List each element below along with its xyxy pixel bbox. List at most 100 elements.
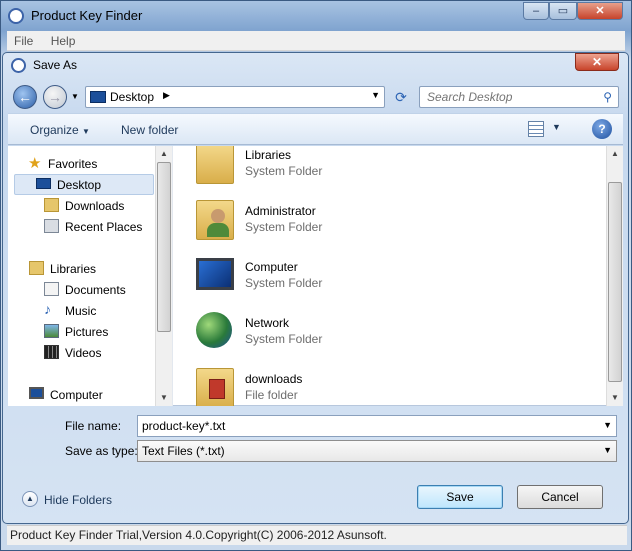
nav-label: Desktop: [57, 178, 102, 192]
new-folder-button[interactable]: New folder: [121, 123, 178, 137]
dialog-close-button[interactable]: ✕: [575, 53, 619, 71]
file-item-administrator[interactable]: Administrator System Folder: [193, 192, 593, 248]
parent-menu-bar: File Help: [7, 31, 625, 51]
file-name: Computer: [245, 260, 298, 274]
address-chevron-icon[interactable]: ▶: [163, 90, 170, 101]
nav-item-pictures[interactable]: Pictures: [8, 321, 158, 342]
folder-content-icon: [209, 379, 225, 399]
nav-item-favorites[interactable]: ★ Favorites: [8, 153, 158, 174]
user-body-icon: [207, 223, 229, 237]
scroll-down-arrow[interactable]: ▼: [156, 390, 172, 406]
nav-item-libraries[interactable]: Libraries: [8, 258, 158, 279]
refresh-button[interactable]: ⟳: [390, 86, 412, 108]
libraries-folder-icon: [196, 146, 234, 184]
videos-icon: [44, 345, 59, 359]
command-toolbar: Organize ▼ New folder ▼ ?: [8, 113, 623, 145]
network-icon: [196, 312, 232, 348]
nav-label: Music: [65, 304, 97, 318]
filename-input[interactable]: product-key*.txt ▼: [137, 415, 617, 437]
file-type: System Folder: [245, 164, 323, 178]
nav-scrollbar[interactable]: ▲ ▼: [155, 146, 172, 406]
file-item-libraries[interactable]: Libraries System Folder: [193, 146, 593, 192]
dialog-icon: [11, 58, 26, 73]
minimize-button[interactable]: ‒: [523, 2, 549, 20]
navigation-bar: ← → ▼ Desktop ▶ ▼ ⟳ ⚲: [11, 83, 623, 111]
help-button[interactable]: ?: [592, 119, 612, 139]
user-head-icon: [211, 209, 225, 223]
nav-label: Recent Places: [65, 220, 143, 234]
file-name: Administrator: [245, 204, 316, 218]
back-button[interactable]: ←: [13, 85, 37, 109]
address-current[interactable]: Desktop: [110, 90, 154, 104]
dialog-title: Save As: [33, 58, 78, 72]
nav-item-music[interactable]: ♪ Music: [8, 300, 158, 321]
desktop-icon: [36, 178, 51, 189]
search-input[interactable]: [420, 87, 590, 107]
organize-button[interactable]: Organize ▼: [30, 123, 90, 137]
parent-close-button[interactable]: ✕: [577, 2, 623, 20]
nav-item-videos[interactable]: Videos: [8, 342, 158, 363]
maximize-button[interactable]: ▭: [549, 2, 577, 20]
file-type: System Folder: [245, 276, 323, 290]
nav-label: Favorites: [48, 157, 98, 171]
pictures-icon: [44, 324, 59, 338]
menu-file[interactable]: File: [7, 31, 40, 51]
cancel-button[interactable]: Cancel: [517, 485, 603, 509]
recent-locations-dropdown[interactable]: ▼: [71, 92, 79, 101]
file-item-computer[interactable]: Computer System Folder: [193, 248, 593, 304]
view-dropdown-icon[interactable]: ▼: [552, 122, 561, 132]
filename-value[interactable]: product-key*.txt: [142, 419, 225, 433]
nav-item-computer[interactable]: Computer: [8, 384, 158, 405]
browser-panes: ★ Favorites Desktop Downloads Recent Pla…: [8, 146, 623, 406]
nav-item-recent-places[interactable]: Recent Places: [8, 216, 158, 237]
file-item-network[interactable]: Network System Folder: [193, 304, 593, 360]
file-list-scrollbar[interactable]: ▲ ▼: [606, 146, 623, 406]
nav-item-documents[interactable]: Documents: [8, 279, 158, 300]
scroll-down-arrow[interactable]: ▼: [607, 390, 623, 406]
savetype-select[interactable]: Text Files (*.txt) ▼: [137, 440, 617, 462]
hide-folders-button[interactable]: ▲ Hide Folders: [22, 491, 142, 509]
nav-scroll-thumb[interactable]: [157, 162, 171, 332]
file-fields: File name: product-key*.txt ▼ Save as ty…: [8, 407, 623, 469]
search-icon[interactable]: ⚲: [603, 90, 612, 104]
save-as-dialog: Save As ✕ ← → ▼ Desktop ▶ ▼ ⟳ ⚲ Organize…: [2, 52, 629, 524]
nav-label: Pictures: [65, 325, 109, 339]
file-scroll-thumb[interactable]: [608, 182, 622, 382]
nav-item-downloads[interactable]: Downloads: [8, 195, 158, 216]
savetype-label: Save as type:: [65, 444, 138, 458]
desktop-icon: [90, 91, 106, 103]
nav-label: Libraries: [50, 262, 97, 276]
view-options-icon[interactable]: [528, 121, 544, 137]
file-item-downloads[interactable]: downloads File folder: [193, 360, 593, 406]
address-bar[interactable]: Desktop ▶ ▼: [85, 86, 385, 108]
filename-dropdown-icon[interactable]: ▼: [603, 420, 612, 430]
computer-icon: [196, 258, 234, 290]
save-button[interactable]: Save: [417, 485, 503, 509]
forward-button[interactable]: →: [43, 85, 67, 109]
navigation-pane: ★ Favorites Desktop Downloads Recent Pla…: [8, 146, 173, 406]
documents-icon: [44, 282, 59, 296]
user-folder-icon: [196, 200, 234, 240]
file-type: File folder: [245, 388, 298, 402]
file-name: downloads: [245, 372, 303, 386]
star-icon: ★: [28, 155, 42, 172]
address-dropdown-icon[interactable]: ▼: [371, 90, 380, 100]
organize-label: Organize: [30, 123, 79, 137]
filename-label: File name:: [65, 419, 122, 433]
dialog-footer: ▲ Hide Folders Save Cancel: [8, 469, 623, 519]
chevron-down-icon: ▼: [82, 127, 90, 136]
savetype-dropdown-icon[interactable]: ▼: [603, 445, 612, 455]
chevron-up-icon: ▲: [22, 491, 38, 507]
file-name: Libraries: [245, 148, 292, 162]
libraries-icon: [29, 261, 44, 275]
nav-item-desktop[interactable]: Desktop: [14, 174, 154, 195]
nav-label: Downloads: [65, 199, 125, 213]
scroll-up-arrow[interactable]: ▲: [607, 146, 623, 162]
scroll-up-arrow[interactable]: ▲: [156, 146, 172, 162]
search-box[interactable]: ⚲: [419, 86, 619, 108]
parent-status-bar: Product Key Finder Trial,Version 4.0.Cop…: [7, 525, 627, 545]
nav-label: Documents: [65, 283, 126, 297]
menu-help[interactable]: Help: [44, 31, 83, 51]
savetype-value[interactable]: Text Files (*.txt): [142, 444, 225, 458]
computer-icon: [29, 387, 44, 399]
